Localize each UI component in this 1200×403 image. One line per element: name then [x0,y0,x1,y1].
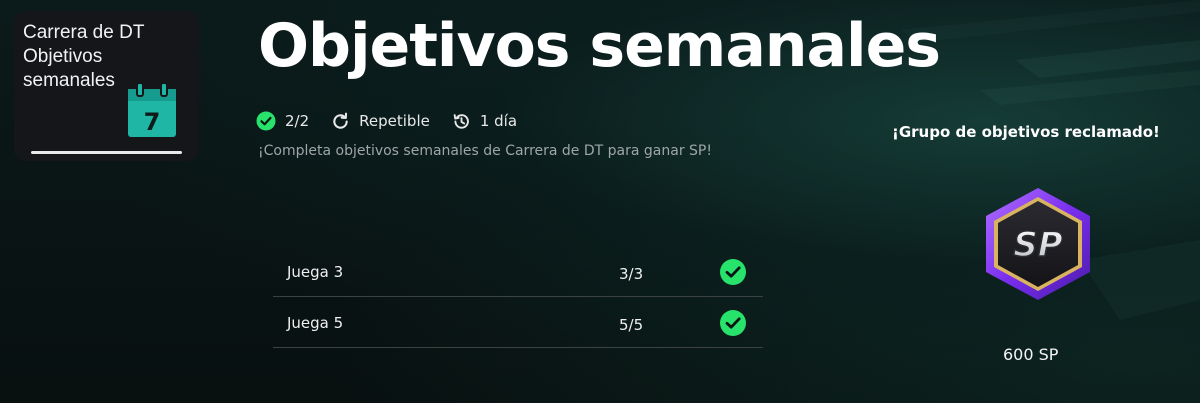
objective-progress: 3/3 [619,265,644,283]
objective-name: Juega 3 [287,263,344,281]
reward-amount: 600 SP [1003,345,1059,364]
category-title-line2: Objetivos [23,46,103,67]
calendar-icon: 7 [128,82,176,137]
repeatable-text: Repetible [359,112,430,130]
page-title: Objetivos semanales [258,11,941,81]
category-title-line1: Carrera de DT [23,22,145,43]
check-circle-icon [720,310,746,336]
completion-count-text: 2/2 [285,112,310,130]
calendar-day-number: 7 [144,108,161,136]
sp-badge-text: SP [1013,225,1062,265]
objective-description: ¡Completa objetivos semanales de Carrera… [258,143,712,159]
objective-row[interactable]: Juega 3 3/3 [273,246,763,297]
check-circle-icon [720,259,746,285]
objective-name: Juega 5 [287,314,344,332]
objective-progress: 5/5 [619,316,644,334]
time-remaining: 1 día [452,112,517,131]
repeat-icon [333,112,348,129]
reward-claimed-heading: ¡Grupo de objetivos reclamado! [892,123,1160,141]
objective-list: Juega 3 3/3 Juega 5 5/5 [273,246,763,348]
objective-row[interactable]: Juega 5 5/5 [273,297,763,348]
category-card[interactable]: Carrera de DT Objetivos semanales 7 [14,11,199,161]
repeatable-indicator: Repetible [331,112,430,131]
sp-badge-icon: SP [986,188,1090,300]
history-clock-icon [453,113,469,129]
objective-meta-row: 2/2 Repetible 1 día [256,110,539,132]
category-selected-indicator [31,151,182,154]
time-remaining-text: 1 día [479,112,518,130]
check-circle-icon [256,111,276,131]
completion-count: 2/2 [256,111,309,131]
weekly-objectives-screen: Carrera de DT Objetivos semanales 7 Obje… [0,0,1200,403]
category-title-line3: semanales [23,70,115,91]
